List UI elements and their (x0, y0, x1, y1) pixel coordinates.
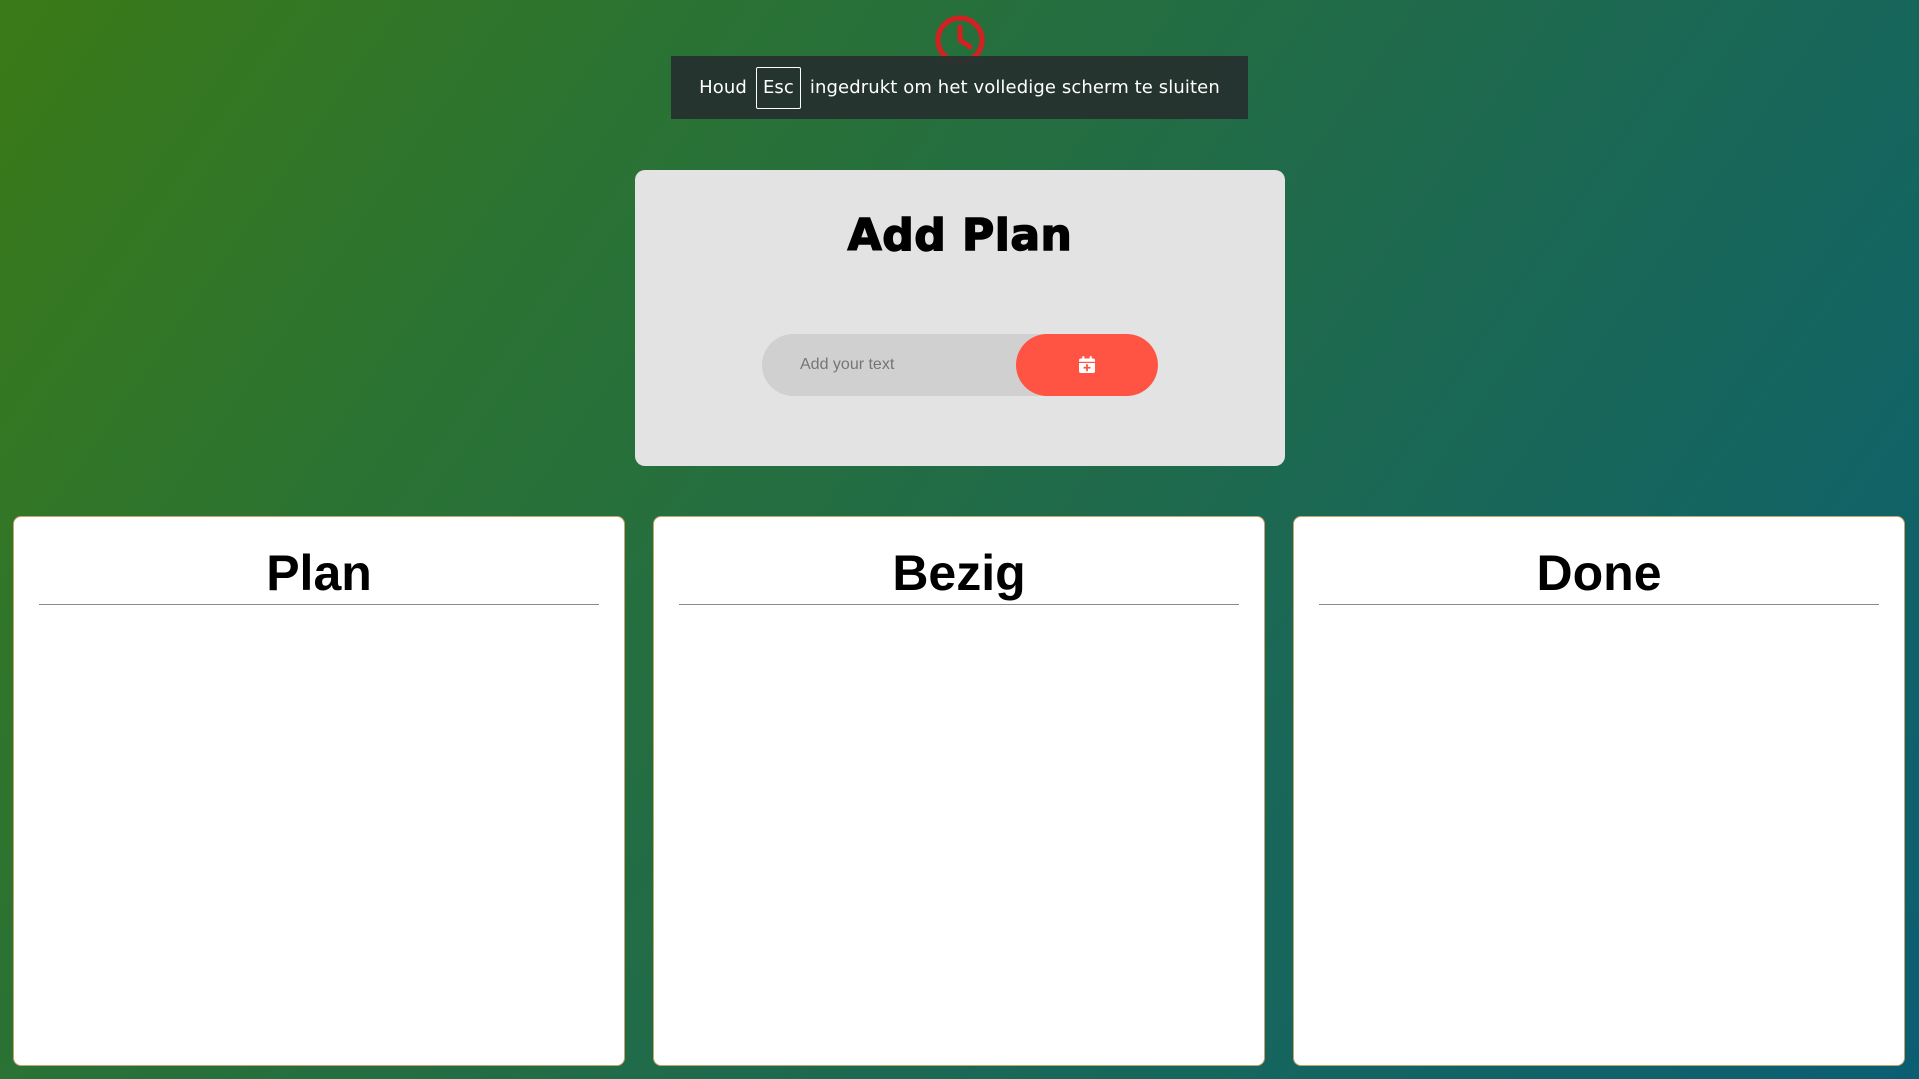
toast-prefix: Houd (699, 77, 747, 98)
done-column-divider (1319, 604, 1879, 605)
plan-column: Plan (13, 516, 625, 1066)
done-column-title: Done (1536, 545, 1662, 601)
add-plan-title: Add Plan (847, 209, 1073, 262)
bezig-list (679, 617, 1239, 1055)
add-plan-form (762, 334, 1158, 396)
bezig-column: Bezig (653, 516, 1265, 1066)
plan-column-divider (39, 604, 599, 605)
bezig-column-title: Bezig (892, 545, 1026, 601)
add-plan-card: Add Plan (635, 170, 1285, 466)
done-column: Done (1293, 516, 1905, 1066)
bezig-column-divider (679, 604, 1239, 605)
plan-column-title: Plan (266, 545, 372, 601)
plan-list (39, 617, 599, 1055)
plan-text-input[interactable] (762, 334, 1022, 396)
add-plan-button[interactable] (1016, 334, 1158, 396)
toast-suffix: ingedrukt om het volledige scherm te slu… (809, 77, 1220, 98)
esc-key-badge: Esc (755, 66, 801, 109)
fullscreen-exit-toast: Houd Esc ingedrukt om het volledige sche… (671, 56, 1248, 119)
done-list (1319, 617, 1879, 1055)
calendar-plus-icon (1079, 356, 1095, 373)
